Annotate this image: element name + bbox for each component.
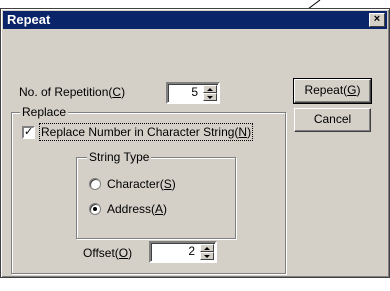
repetition-label: No. of Repetition(C) — [19, 85, 126, 99]
replace-checkbox-label[interactable]: Replace Number in Character String(N) — [38, 123, 254, 141]
replace-group: Replace ✓ Replace Number in Character St… — [11, 105, 286, 274]
offset-label: Offset(O) — [83, 246, 133, 260]
repetition-stepper[interactable]: 5 — [166, 82, 220, 104]
repeat-button[interactable]: Repeat(G) — [293, 78, 372, 104]
replace-legend: Replace — [20, 105, 69, 119]
replace-checkbox[interactable]: ✓ — [22, 126, 35, 139]
string-type-legend: String Type — [87, 150, 152, 164]
character-radio[interactable] — [89, 178, 101, 190]
repetition-spinner — [203, 85, 217, 101]
offset-value: 2 — [188, 244, 195, 258]
check-icon: ✓ — [24, 126, 34, 138]
title-bar: Repeat × — [3, 11, 387, 29]
character-label[interactable]: Character(S) — [107, 177, 176, 191]
address-label[interactable]: Address(A) — [107, 202, 167, 216]
spin-down-icon[interactable] — [203, 93, 217, 101]
spin-down-icon[interactable] — [200, 252, 214, 260]
window-title: Repeat — [7, 12, 51, 27]
spin-up-icon[interactable] — [203, 85, 217, 93]
repetition-value: 5 — [191, 85, 198, 99]
close-button[interactable]: × — [369, 13, 385, 27]
repeat-dialog: Repeat × No. of Repetition(C) 5 Repeat(G… — [0, 8, 390, 278]
offset-stepper[interactable]: 2 — [149, 241, 217, 263]
string-type-group: String Type Character(S) Address(A) — [76, 150, 236, 239]
cancel-button[interactable]: Cancel — [294, 108, 371, 132]
address-radio[interactable] — [89, 203, 101, 215]
spin-up-icon[interactable] — [200, 244, 214, 252]
offset-spinner — [200, 244, 214, 260]
close-icon: × — [373, 13, 381, 25]
